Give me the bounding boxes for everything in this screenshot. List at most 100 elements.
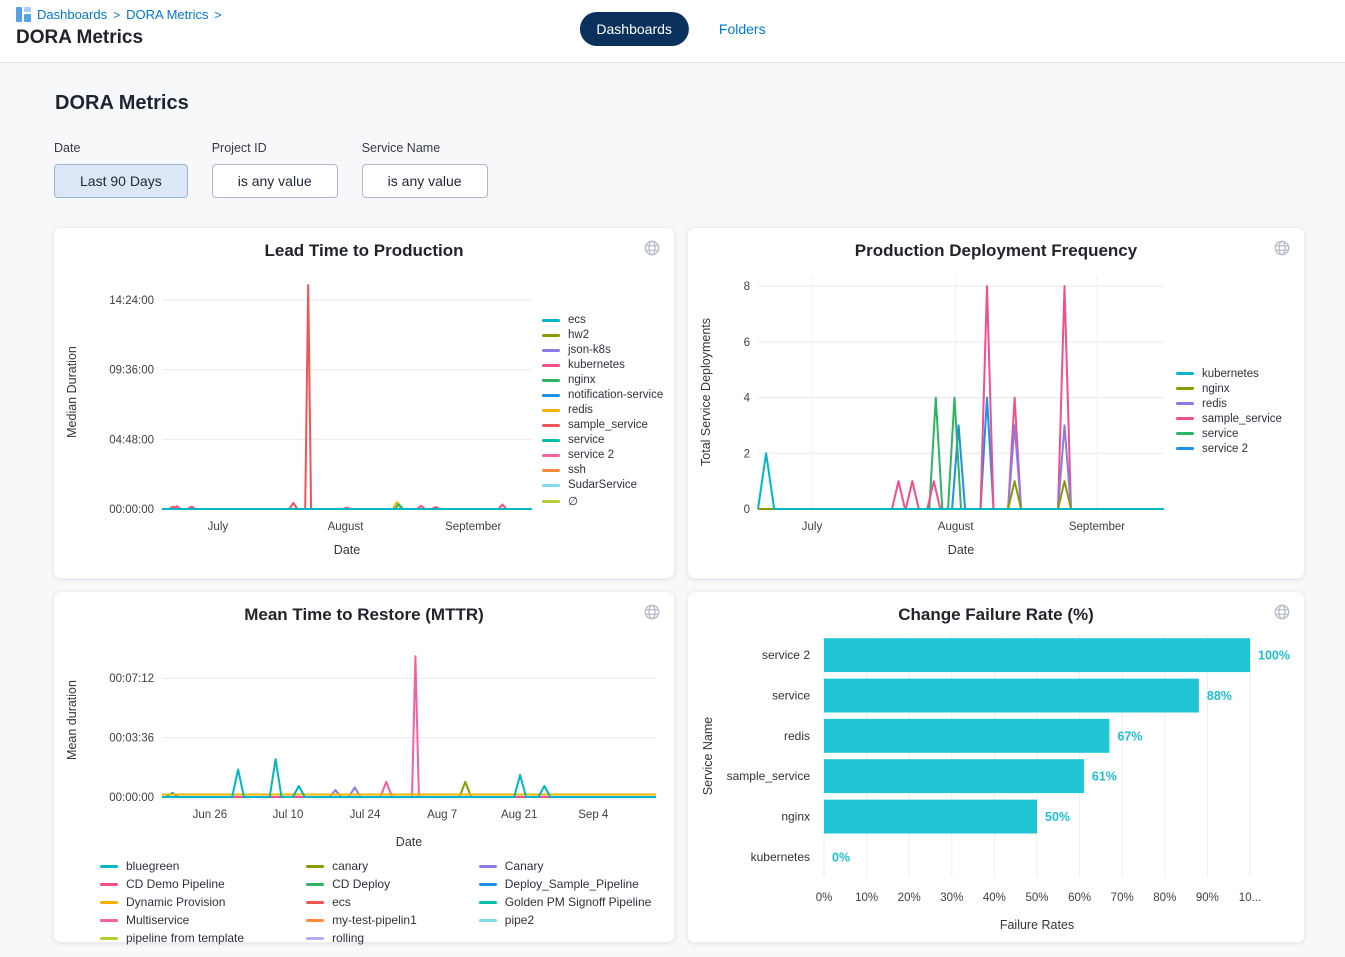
legend-item[interactable]: kubernetes [542, 359, 663, 371]
legend-item[interactable]: service 2 [542, 449, 663, 461]
legend-item[interactable]: rolling [306, 931, 417, 945]
legend-item[interactable]: service [542, 434, 663, 446]
legend-swatch [306, 919, 324, 922]
lead-time-legend: ecs hw2 json-k8s kubernetes nginx notificatio… [542, 314, 663, 508]
legend-label: SudarService [568, 479, 637, 491]
legend-swatch [542, 424, 560, 427]
legend-item[interactable]: Multiservice [100, 913, 244, 927]
svg-text:Jul 24: Jul 24 [350, 809, 381, 821]
legend-item[interactable]: nginx [1176, 383, 1282, 395]
breadcrumb-link-dora-metrics[interactable]: DORA Metrics [126, 7, 208, 22]
svg-text:August: August [328, 521, 365, 533]
filter-service-name-value[interactable]: is any value [362, 164, 488, 198]
filter-date-value[interactable]: Last 90 Days [54, 164, 188, 198]
filter-date-label: Date [54, 141, 188, 155]
legend-item[interactable]: SudarService [542, 479, 663, 491]
filter-service-name-label: Service Name [362, 141, 488, 155]
legend-label: hw2 [568, 329, 589, 341]
legend-item[interactable]: json-k8s [542, 344, 663, 356]
legend-label: pipe2 [505, 913, 534, 927]
svg-text:50%: 50% [1045, 810, 1070, 824]
svg-text:July: July [208, 521, 229, 533]
svg-text:80%: 80% [1153, 892, 1176, 904]
legend-label: nginx [568, 374, 596, 386]
legend-label: ssh [568, 464, 586, 476]
legend-item[interactable]: nginx [542, 374, 663, 386]
legend-item[interactable]: redis [542, 404, 663, 416]
svg-text:88%: 88% [1207, 689, 1232, 703]
deployment-frequency-title: Production Deployment Frequency [696, 241, 1296, 261]
legend-swatch [1176, 447, 1194, 450]
legend-item[interactable]: ecs [542, 314, 663, 326]
legend-item[interactable]: service 2 [1176, 443, 1282, 455]
legend-item[interactable]: Canary [479, 859, 652, 873]
top-header: Dashboards > DORA Metrics > DORA Metrics… [0, 0, 1345, 63]
legend-item[interactable]: sample_service [542, 419, 663, 431]
legend-swatch [100, 865, 118, 868]
legend-swatch [306, 937, 324, 940]
filter-project-id-label: Project ID [212, 141, 338, 155]
breadcrumb-link-dashboards[interactable]: Dashboards [37, 7, 107, 22]
legend-swatch [542, 364, 560, 367]
svg-text:8: 8 [744, 281, 750, 293]
deployment-frequency-legend: kubernetes nginx redis sample_serviceservic… [1176, 368, 1282, 455]
legend-item[interactable]: sample_service [1176, 413, 1282, 425]
legend-swatch [542, 439, 560, 442]
card-deployment-frequency: Production Deployment Frequency 02468Jul… [687, 227, 1305, 579]
svg-text:service 2: service 2 [762, 648, 810, 662]
svg-text:Total Service Deployments: Total Service Deployments [699, 318, 713, 466]
legend-label: pipeline from template [126, 931, 244, 945]
legend-label: canary [332, 859, 368, 873]
filter-project-id-value[interactable]: is any value [212, 164, 338, 198]
legend-swatch [100, 937, 118, 940]
legend-item[interactable]: canary [306, 859, 417, 873]
svg-text:30%: 30% [940, 892, 963, 904]
legend-item[interactable]: redis [1176, 398, 1282, 410]
legend-label: Dynamic Provision [126, 895, 225, 909]
svg-text:service: service [772, 689, 810, 703]
legend-item[interactable]: ecs [306, 895, 417, 909]
legend-item[interactable]: my-test-pipelin1 [306, 913, 417, 927]
svg-text:redis: redis [784, 729, 810, 743]
svg-text:September: September [1069, 521, 1125, 533]
legend-swatch [479, 901, 497, 904]
tab-dashboards[interactable]: Dashboards [579, 12, 689, 46]
filters-bar: Date Last 90 Days Project ID is any valu… [54, 141, 1292, 198]
legend-label: CD Demo Pipeline [126, 877, 225, 891]
legend-item[interactable]: bluegreen [100, 859, 244, 873]
legend-item[interactable]: ∅ [542, 494, 663, 508]
legend-swatch [100, 883, 118, 886]
legend-label: Golden PM Signoff Pipeline [505, 895, 652, 909]
legend-item[interactable]: CD Deploy [306, 877, 417, 891]
legend-item[interactable]: pipeline from template [100, 931, 244, 945]
legend-label: ecs [568, 314, 586, 326]
legend-swatch [479, 883, 497, 886]
globe-icon [1273, 603, 1291, 621]
legend-item[interactable]: Deploy_Sample_Pipeline [479, 877, 652, 891]
svg-text:sample_service: sample_service [727, 769, 811, 783]
deployment-frequency-chart: 02468JulyAugustSeptemberDateTotal Servic… [696, 261, 1174, 561]
globe-icon [643, 239, 661, 257]
legend-swatch [542, 319, 560, 322]
legend-item[interactable]: ssh [542, 464, 663, 476]
legend-swatch [1176, 372, 1194, 375]
legend-label: service 2 [568, 449, 614, 461]
svg-text:Aug 21: Aug 21 [501, 809, 537, 821]
dashboards-grid-icon [16, 7, 31, 22]
legend-item[interactable]: service [1176, 428, 1282, 440]
legend-item[interactable]: notification-service [542, 389, 663, 401]
legend-item[interactable]: Golden PM Signoff Pipeline [479, 895, 652, 909]
svg-text:nginx: nginx [781, 810, 810, 824]
legend-item[interactable]: kubernetes [1176, 368, 1282, 380]
svg-text:00:07:12: 00:07:12 [109, 673, 154, 685]
legend-swatch [542, 334, 560, 337]
legend-item[interactable]: CD Demo Pipeline [100, 877, 244, 891]
mttr-chart: 00:00:0000:03:3600:07:12Jun 26Jul 10Jul … [62, 625, 666, 853]
legend-item[interactable]: Dynamic Provision [100, 895, 244, 909]
legend-item[interactable]: pipe2 [479, 913, 652, 927]
filter-date: Date Last 90 Days [54, 141, 188, 198]
svg-text:Failure Rates: Failure Rates [1000, 918, 1074, 932]
svg-text:00:03:36: 00:03:36 [109, 733, 154, 745]
tab-folders[interactable]: Folders [719, 21, 766, 37]
legend-item[interactable]: hw2 [542, 329, 663, 341]
